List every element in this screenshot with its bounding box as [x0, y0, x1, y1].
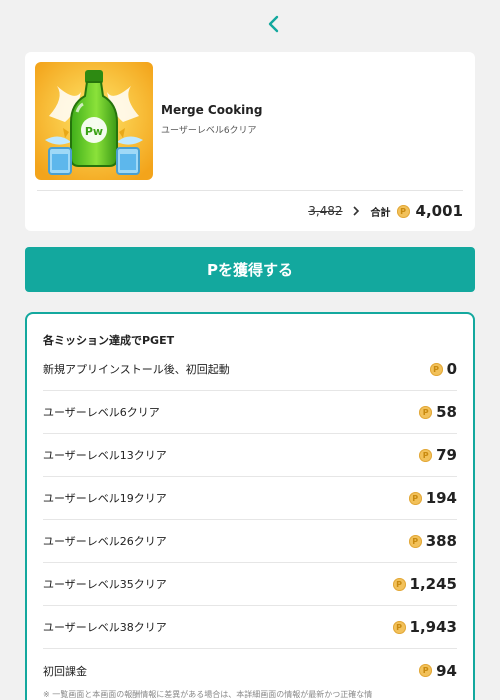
list-item: ユーザーレベル26クリア P 388	[43, 520, 457, 563]
coin-icon: P	[419, 405, 433, 419]
mission-points: 79	[436, 446, 457, 464]
coin-icon: P	[419, 664, 433, 677]
coin-icon: P	[408, 534, 422, 548]
get-points-button[interactable]: Pを獲得する	[25, 247, 475, 292]
mission-label: ユーザーレベル38クリア	[43, 621, 167, 634]
coin-icon: P	[396, 204, 410, 218]
points-summary: 3,482 合計 P 4,001	[308, 202, 463, 220]
svg-text:Pw: Pw	[85, 125, 103, 138]
chevron-left-icon	[268, 15, 279, 33]
mission-points: 1,943	[409, 618, 457, 636]
mission-points: 388	[425, 532, 457, 550]
mission-label: ユーザーレベル26クリア	[43, 535, 167, 548]
coin-icon: P	[419, 448, 433, 462]
list-item: ユーザーレベル6クリア P 58	[43, 391, 457, 434]
mission-label: ユーザーレベル13クリア	[43, 449, 167, 462]
mission-title: 各ミッション達成でPGET	[43, 334, 175, 347]
list-item: ユーザーレベル13クリア P 79	[43, 434, 457, 477]
total-label: 合計	[370, 207, 391, 219]
app-subtitle: ユーザーレベル6クリア	[161, 126, 257, 136]
offer-card: Pw Merge Cooking ユーザーレベル6クリア 3,482 合計 P …	[25, 52, 475, 231]
mission-list: 各ミッション達成でPGET 新規アプリインストール後、初回起動 P0 ユーザーレ…	[25, 312, 475, 700]
green-bottle-app-icon[interactable]: Pw	[35, 62, 153, 180]
mission-label: 初回課金	[43, 664, 87, 678]
divider	[37, 190, 463, 191]
mission-points: 58	[436, 403, 457, 421]
mission-points: 194	[425, 489, 457, 507]
mission-points: 94	[436, 661, 457, 680]
mission-label: 新規アプリインストール後、初回起動	[43, 363, 230, 376]
old-points: 3,482	[308, 204, 343, 218]
list-item: ユーザーレベル19クリア P 194	[43, 477, 457, 520]
chevron-right-icon	[349, 204, 363, 218]
mission-points: 0	[446, 360, 457, 378]
list-item: ユーザーレベル35クリア P 1,245	[43, 563, 457, 606]
list-item: 初回課金 P 94	[43, 649, 457, 692]
coin-icon: P	[429, 362, 443, 376]
coin-icon: P	[392, 620, 406, 634]
coin-icon: P	[408, 491, 422, 505]
mission-points: 1,245	[409, 575, 457, 593]
back-button[interactable]	[262, 12, 286, 36]
footnote: ※ 一覧画面と本画面の報酬情報に差異がある場合は、本詳細画面の情報が最新かつ正確…	[43, 690, 373, 699]
mission-label: ユーザーレベル6クリア	[43, 406, 160, 419]
total-points: 4,001	[415, 202, 463, 220]
coin-icon: P	[392, 577, 406, 591]
list-item: 新規アプリインストール後、初回起動 P0	[43, 348, 457, 391]
app-name: Merge Cooking	[161, 103, 263, 117]
list-item: ユーザーレベル38クリア P 1,943	[43, 606, 457, 649]
mission-label: ユーザーレベル19クリア	[43, 492, 167, 505]
mission-label: ユーザーレベル35クリア	[43, 578, 167, 591]
